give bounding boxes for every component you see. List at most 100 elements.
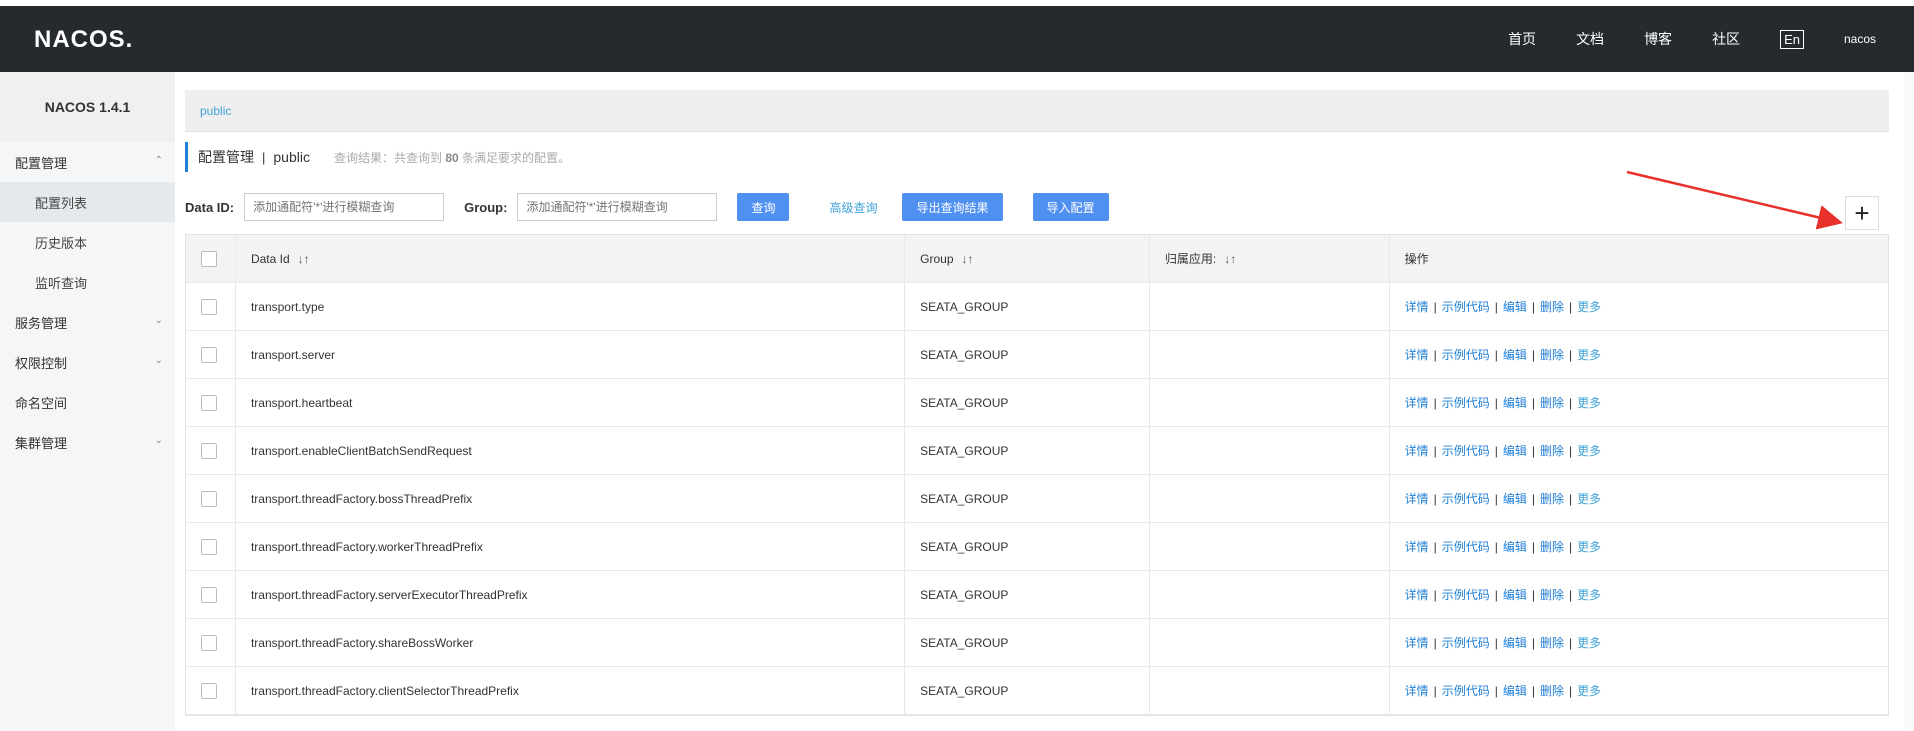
row-action-4[interactable]: 更多: [1577, 442, 1601, 459]
row-action-1[interactable]: 示例代码: [1442, 394, 1490, 411]
op-separator: |: [1433, 395, 1437, 410]
user-menu[interactable]: nacos: [1844, 32, 1876, 46]
query-result-summary: 查询结果：共查询到 80 条满足要求的配置。: [334, 149, 570, 166]
nav-home[interactable]: 首页: [1508, 29, 1536, 49]
row-action-1[interactable]: 示例代码: [1442, 298, 1490, 315]
row-action-2[interactable]: 编辑: [1503, 538, 1527, 555]
op-separator: |: [1433, 491, 1437, 506]
nav-community[interactable]: 社区: [1712, 29, 1740, 49]
row-action-0[interactable]: 详情: [1405, 538, 1429, 555]
row-action-3[interactable]: 删除: [1540, 442, 1564, 459]
row-action-0[interactable]: 详情: [1405, 298, 1429, 315]
row-action-2[interactable]: 编辑: [1503, 346, 1527, 363]
breadcrumb-namespace[interactable]: public: [200, 104, 231, 118]
sort-icon[interactable]: ↓↑: [298, 252, 310, 266]
row-action-4[interactable]: 更多: [1577, 538, 1601, 555]
row-action-0[interactable]: 详情: [1405, 394, 1429, 411]
row-app: [1150, 331, 1390, 378]
sidebar-item-namespace[interactable]: 命名空间: [0, 382, 175, 422]
row-action-4[interactable]: 更多: [1577, 298, 1601, 315]
row-action-4[interactable]: 更多: [1577, 634, 1601, 651]
row-action-4[interactable]: 更多: [1577, 394, 1601, 411]
row-action-4[interactable]: 更多: [1577, 682, 1601, 699]
row-checkbox[interactable]: [201, 586, 217, 603]
language-toggle[interactable]: En: [1780, 29, 1804, 49]
row-action-3[interactable]: 删除: [1540, 634, 1564, 651]
row-action-3[interactable]: 删除: [1540, 394, 1564, 411]
row-action-1[interactable]: 示例代码: [1442, 490, 1490, 507]
op-separator: |: [1531, 635, 1535, 650]
row-app: [1150, 571, 1390, 618]
sidebar-item-access-control[interactable]: 权限控制 ⌄: [0, 342, 175, 382]
row-action-0[interactable]: 详情: [1405, 442, 1429, 459]
row-action-0[interactable]: 详情: [1405, 634, 1429, 651]
sidebar-item-config-list[interactable]: 配置列表: [0, 182, 175, 222]
row-actions: 详情 | 示例代码 | 编辑 | 删除 | 更多: [1390, 283, 1888, 330]
row-action-2[interactable]: 编辑: [1503, 490, 1527, 507]
export-results-button[interactable]: 导出查询结果: [902, 193, 1003, 221]
row-checkbox[interactable]: [201, 442, 217, 459]
group-input[interactable]: [517, 193, 718, 221]
query-button[interactable]: 查询: [737, 193, 790, 221]
nav-docs[interactable]: 文档: [1576, 29, 1604, 49]
select-all-checkbox[interactable]: [201, 250, 217, 267]
row-checkbox[interactable]: [201, 682, 217, 699]
row-action-0[interactable]: 详情: [1405, 490, 1429, 507]
row-action-1[interactable]: 示例代码: [1442, 586, 1490, 603]
sort-icon[interactable]: ↓↑: [962, 252, 974, 266]
row-action-2[interactable]: 编辑: [1503, 298, 1527, 315]
row-action-2[interactable]: 编辑: [1503, 394, 1527, 411]
sidebar-item-listener-query[interactable]: 监听查询: [0, 262, 175, 302]
nav-blog[interactable]: 博客: [1644, 29, 1672, 49]
row-checkbox[interactable]: [201, 298, 217, 315]
row-action-4[interactable]: 更多: [1577, 346, 1601, 363]
row-action-1[interactable]: 示例代码: [1442, 538, 1490, 555]
row-action-3[interactable]: 删除: [1540, 682, 1564, 699]
row-action-4[interactable]: 更多: [1577, 490, 1601, 507]
add-config-button[interactable]: +: [1845, 196, 1879, 230]
row-dataid: transport.server: [236, 331, 906, 378]
row-action-0[interactable]: 详情: [1405, 586, 1429, 603]
row-action-1[interactable]: 示例代码: [1442, 634, 1490, 651]
row-action-2[interactable]: 编辑: [1503, 586, 1527, 603]
row-action-2[interactable]: 编辑: [1503, 442, 1527, 459]
import-config-button[interactable]: 导入配置: [1032, 193, 1109, 221]
sidebar-item-config-management[interactable]: 配置管理 ⌃: [0, 142, 175, 182]
header-dataid[interactable]: Data Id ↓↑: [236, 235, 906, 282]
sidebar-item-history[interactable]: 历史版本: [0, 222, 175, 262]
row-app: [1150, 619, 1390, 666]
header-app[interactable]: 归属应用: ↓↑: [1150, 235, 1390, 282]
page-scrollbar[interactable]: [1904, 72, 1914, 731]
row-action-2[interactable]: 编辑: [1503, 634, 1527, 651]
row-checkbox[interactable]: [201, 634, 217, 651]
row-action-3[interactable]: 删除: [1540, 346, 1564, 363]
row-checkbox[interactable]: [201, 538, 217, 555]
op-separator: |: [1494, 635, 1498, 650]
row-action-3[interactable]: 删除: [1540, 586, 1564, 603]
row-checkbox-cell: [186, 427, 236, 474]
row-checkbox[interactable]: [201, 394, 217, 411]
row-action-1[interactable]: 示例代码: [1442, 346, 1490, 363]
sidebar-item-service-management[interactable]: 服务管理 ⌄: [0, 302, 175, 342]
row-checkbox[interactable]: [201, 490, 217, 507]
nacos-logo[interactable]: NACOS.: [34, 26, 133, 54]
row-action-3[interactable]: 删除: [1540, 298, 1564, 315]
row-action-0[interactable]: 详情: [1405, 682, 1429, 699]
header-group[interactable]: Group ↓↑: [905, 235, 1150, 282]
advanced-query-link[interactable]: 高级查询: [829, 199, 877, 216]
row-dataid: transport.heartbeat: [236, 379, 906, 426]
row-action-1[interactable]: 示例代码: [1442, 682, 1490, 699]
row-action-1[interactable]: 示例代码: [1442, 442, 1490, 459]
sidebar-item-cluster-management[interactable]: 集群管理 ⌄: [0, 422, 175, 462]
row-action-0[interactable]: 详情: [1405, 346, 1429, 363]
row-action-3[interactable]: 删除: [1540, 538, 1564, 555]
row-checkbox[interactable]: [201, 346, 217, 363]
sort-icon[interactable]: ↓↑: [1224, 252, 1236, 266]
op-separator: |: [1531, 299, 1535, 314]
dataid-input[interactable]: [244, 193, 445, 221]
row-action-3[interactable]: 删除: [1540, 490, 1564, 507]
op-separator: |: [1494, 299, 1498, 314]
breadcrumb: public: [185, 90, 1889, 132]
row-action-2[interactable]: 编辑: [1503, 682, 1527, 699]
row-action-4[interactable]: 更多: [1577, 586, 1601, 603]
